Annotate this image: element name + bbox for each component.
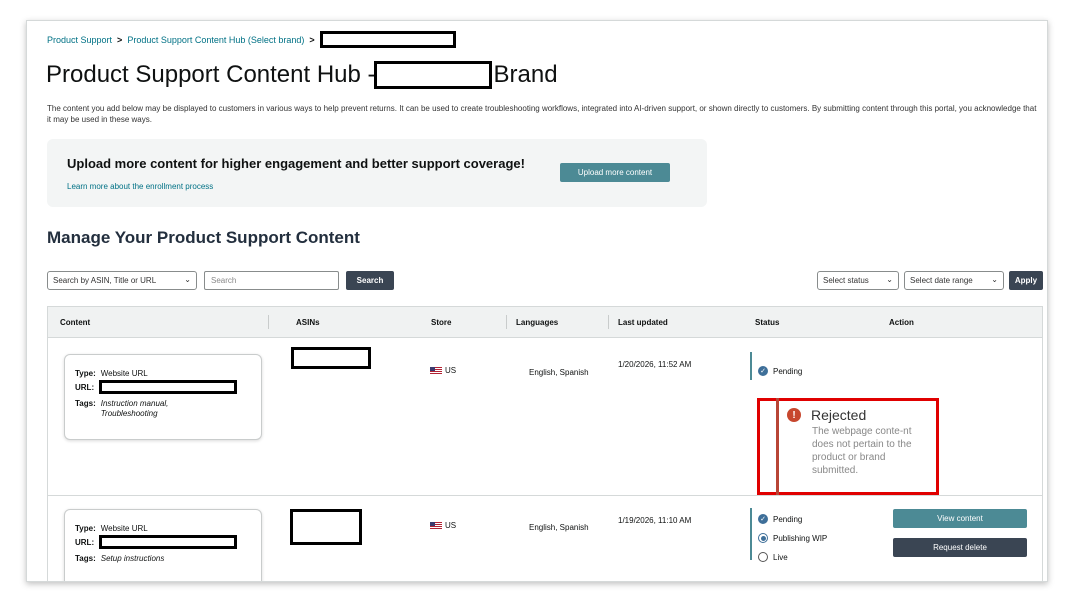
redacted-asin <box>291 347 371 369</box>
chevron-down-icon: ⌄ <box>991 275 998 284</box>
status-tracker: ✓ Pending Publishing WIP Live <box>750 508 827 581</box>
url-label: URL: <box>75 538 95 547</box>
error-icon: ! <box>787 408 801 422</box>
rejected-status-bar <box>776 398 779 495</box>
store-value: US <box>445 366 457 375</box>
header-store: Store <box>431 318 452 327</box>
breadcrumb-separator: > <box>117 34 123 45</box>
languages-cell: English, Spanish <box>529 523 589 532</box>
type-value: Website URL <box>100 524 148 533</box>
status-pending: ✓ Pending <box>758 514 827 524</box>
redacted-brand-title <box>373 61 492 89</box>
languages-cell: English, Spanish <box>529 368 589 377</box>
content-type: Type: Website URL <box>75 369 251 378</box>
radio-selected-icon <box>758 533 768 543</box>
date-range-select-value: Select date range <box>910 276 973 285</box>
header-action: Action <box>889 318 914 327</box>
type-label: Type: <box>75 524 96 533</box>
tags-value: Setup instructions <box>100 554 165 563</box>
search-input[interactable]: Search <box>204 271 339 290</box>
header-status: Status <box>755 318 780 327</box>
chevron-down-icon: ⌄ <box>184 275 191 284</box>
content-card[interactable]: Type: Website URL URL: Tags: Instruction… <box>64 354 262 440</box>
redacted-asin <box>290 509 362 545</box>
tags-label: Tags: <box>75 399 96 408</box>
status-label: Pending <box>773 366 803 376</box>
search-by-select[interactable]: Search by ASIN, Title or URL ⌄ <box>47 271 197 290</box>
check-circle-icon: ✓ <box>758 366 768 376</box>
check-circle-icon: ✓ <box>758 514 768 524</box>
store-value: US <box>445 521 457 530</box>
status-label: Publishing WIP <box>773 533 828 543</box>
page-frame: Product Support > Product Support Conten… <box>26 20 1048 582</box>
status-pending: ✓ Pending <box>758 366 802 376</box>
breadcrumb-separator: > <box>309 34 315 45</box>
rejected-reason: The webpage conte-nt does not pertain to… <box>812 426 912 476</box>
breadcrumb-product-support[interactable]: Product Support <box>47 35 112 45</box>
tags-value: Instruction manual, Troubleshooting <box>100 399 169 418</box>
status-label: Pending <box>773 514 803 524</box>
header-divider <box>608 315 609 329</box>
breadcrumb: Product Support > Product Support Conten… <box>47 31 456 48</box>
redacted-url <box>99 535 238 549</box>
status-label: Live <box>773 552 788 562</box>
upload-banner: Upload more content for higher engagemen… <box>47 139 707 207</box>
header-languages: Languages <box>516 318 559 327</box>
rejected-title: Rejected <box>811 407 867 423</box>
header-asins: ASINs <box>296 318 320 327</box>
store-cell: US <box>430 521 456 530</box>
breadcrumb-content-hub[interactable]: Product Support Content Hub (Select bran… <box>127 35 304 45</box>
date-range-select[interactable]: Select date range ⌄ <box>904 271 1004 290</box>
upload-more-content-button[interactable]: Upload more content <box>560 163 670 182</box>
apply-button[interactable]: Apply <box>1009 271 1043 290</box>
content-card[interactable]: Type: Website URL URL: Tags: Setup instr… <box>64 509 262 581</box>
type-value: Website URL <box>100 369 148 378</box>
view-content-button[interactable]: View content <box>893 509 1027 528</box>
content-tags: Tags: Setup instructions <box>75 554 251 564</box>
search-button[interactable]: Search <box>346 271 394 290</box>
content-url: URL: <box>75 535 251 549</box>
header-content: Content <box>60 318 91 327</box>
status-bar <box>750 508 752 560</box>
page-description: The content you add below may be display… <box>47 104 1037 124</box>
redacted-url <box>99 380 238 394</box>
header-divider <box>268 315 269 329</box>
tags-label: Tags: <box>75 554 96 563</box>
content-type: Type: Website URL <box>75 524 251 533</box>
request-delete-button[interactable]: Request delete <box>893 538 1027 557</box>
redacted-brand-breadcrumb <box>319 31 456 48</box>
enrollment-link[interactable]: Learn more about the enrollment process <box>67 182 213 191</box>
page-title-prefix: Product Support Content Hub - <box>46 61 376 88</box>
content-url: URL: <box>75 380 251 394</box>
filter-toolbar: Search by ASIN, Title or URL ⌄ Search Se… <box>47 271 1043 299</box>
header-divider <box>506 315 507 329</box>
chevron-down-icon: ⌄ <box>886 275 893 284</box>
table-header: Content ASINs Store Languages Last updat… <box>48 307 1042 338</box>
status-select-value: Select status <box>823 276 869 285</box>
page-title: Product Support Content Hub - Brand <box>46 61 558 89</box>
status-select[interactable]: Select status ⌄ <box>817 271 899 290</box>
page-title-suffix: Brand <box>493 61 558 88</box>
status-bar <box>750 352 752 380</box>
radio-empty-icon <box>758 552 768 562</box>
last-updated-cell: 1/20/2026, 11:52 AM <box>618 360 692 369</box>
header-last-updated: Last updated <box>618 318 668 327</box>
us-flag-icon <box>430 521 442 530</box>
section-title: Manage Your Product Support Content <box>47 228 360 247</box>
content-tags: Tags: Instruction manual, Troubleshootin… <box>75 399 251 419</box>
table-row: Type: Website URL URL: Tags: Setup instr… <box>48 495 1042 581</box>
status-publishing-wip: Publishing WIP <box>758 533 827 543</box>
type-label: Type: <box>75 369 96 378</box>
content-table: Content ASINs Store Languages Last updat… <box>47 306 1043 581</box>
us-flag-icon <box>430 366 442 375</box>
status-live: Live <box>758 552 827 562</box>
store-cell: US <box>430 366 456 375</box>
last-updated-cell: 1/19/2026, 11:10 AM <box>618 516 692 525</box>
banner-heading: Upload more content for higher engagemen… <box>67 156 525 171</box>
url-label: URL: <box>75 383 95 392</box>
search-by-select-value: Search by ASIN, Title or URL <box>53 276 157 285</box>
status-rejected: ! Rejected <box>787 407 866 423</box>
rejected-highlight-box: ! Rejected The webpage conte-nt does not… <box>757 398 939 495</box>
